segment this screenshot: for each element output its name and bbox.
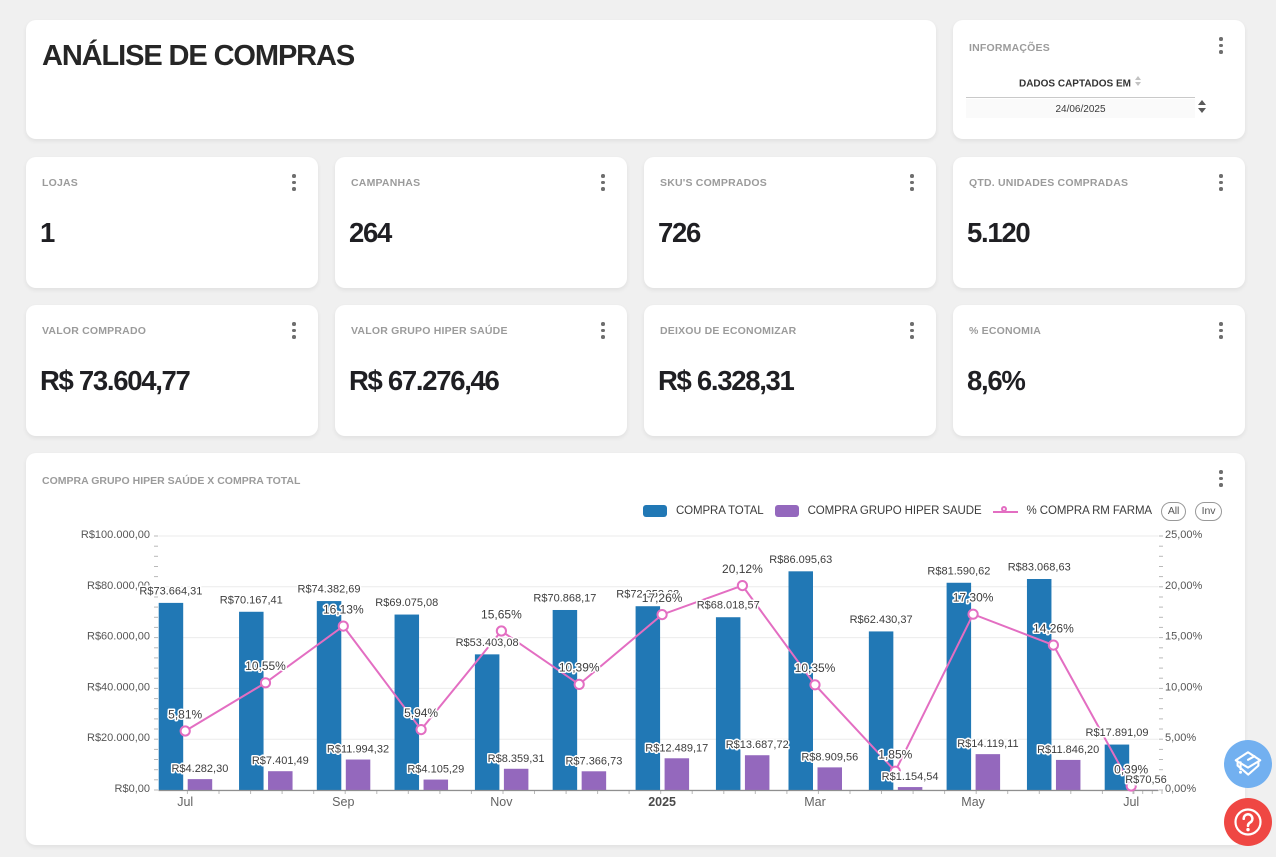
svg-text:R$40.000,00: R$40.000,00 — [87, 681, 150, 693]
svg-text:R$0,00: R$0,00 — [115, 783, 150, 795]
svg-text:May: May — [961, 795, 985, 809]
svg-text:R$70.167,41: R$70.167,41 — [220, 594, 283, 606]
svg-text:Sep: Sep — [332, 795, 354, 809]
svg-text:5,81%: 5,81% — [168, 707, 202, 721]
svg-text:15,65%: 15,65% — [481, 607, 522, 621]
svg-text:R$100.000,00: R$100.000,00 — [81, 529, 150, 541]
svg-text:20,12%: 20,12% — [722, 562, 763, 576]
svg-text:R$83.068,63: R$83.068,63 — [1008, 562, 1071, 574]
svg-text:R$74.382,69: R$74.382,69 — [298, 584, 361, 596]
svg-text:25,00%: 25,00% — [1165, 529, 1203, 541]
svg-text:R$11.846,20: R$11.846,20 — [1037, 744, 1099, 756]
svg-text:10,55%: 10,55% — [245, 659, 286, 673]
svg-text:R$4.105,29: R$4.105,29 — [407, 764, 464, 776]
svg-text:10,35%: 10,35% — [795, 661, 836, 675]
svg-text:R$12.489,17: R$12.489,17 — [645, 742, 708, 754]
svg-text:R$69.075,08: R$69.075,08 — [375, 597, 438, 609]
svg-text:0,39%: 0,39% — [1114, 762, 1148, 776]
svg-text:14,26%: 14,26% — [1033, 621, 1074, 635]
svg-text:20,00%: 20,00% — [1165, 580, 1203, 592]
svg-text:R$14.119,11: R$14.119,11 — [957, 738, 1018, 750]
svg-text:R$13.687,72: R$13.687,72 — [726, 739, 789, 751]
svg-text:R$73.664,31: R$73.664,31 — [139, 585, 202, 597]
svg-text:R$20.000,00: R$20.000,00 — [87, 732, 150, 744]
svg-text:R$17.891,09: R$17.891,09 — [1086, 727, 1149, 739]
svg-text:5,00%: 5,00% — [1165, 732, 1196, 744]
svg-text:R$4.282,30: R$4.282,30 — [171, 763, 228, 775]
svg-text:R$1.154,54: R$1.154,54 — [882, 771, 939, 783]
svg-text:1,85%: 1,85% — [878, 748, 912, 762]
svg-text:15,00%: 15,00% — [1165, 631, 1203, 643]
svg-text:0,00%: 0,00% — [1165, 783, 1196, 795]
svg-text:R$11.994,32: R$11.994,32 — [327, 744, 389, 756]
svg-text:17,26%: 17,26% — [642, 591, 683, 605]
svg-text:R$7.401,49: R$7.401,49 — [252, 755, 309, 767]
svg-text:R$7.366,73: R$7.366,73 — [565, 755, 622, 767]
svg-text:R$86.095,63: R$86.095,63 — [769, 554, 832, 566]
svg-text:R$53.403,08: R$53.403,08 — [456, 637, 519, 649]
svg-text:R$81.590,62: R$81.590,62 — [927, 565, 990, 577]
svg-text:Jul: Jul — [1123, 795, 1139, 809]
svg-text:Mar: Mar — [804, 795, 826, 809]
svg-text:R$70.868,17: R$70.868,17 — [533, 593, 596, 605]
svg-text:10,39%: 10,39% — [559, 661, 600, 675]
svg-text:16,13%: 16,13% — [323, 602, 364, 616]
svg-text:2025: 2025 — [648, 795, 676, 809]
svg-text:10,00%: 10,00% — [1165, 681, 1203, 693]
svg-text:5,94%: 5,94% — [404, 706, 438, 720]
svg-text:R$68.018,57: R$68.018,57 — [697, 600, 760, 612]
svg-text:R$8.909,56: R$8.909,56 — [801, 751, 858, 763]
svg-text:R$60.000,00: R$60.000,00 — [87, 631, 150, 643]
svg-text:Jul: Jul — [177, 795, 193, 809]
svg-text:R$8.359,31: R$8.359,31 — [488, 753, 545, 765]
svg-text:R$62.430,37: R$62.430,37 — [850, 614, 913, 626]
svg-text:17,30%: 17,30% — [953, 591, 994, 605]
svg-text:Nov: Nov — [490, 795, 513, 809]
